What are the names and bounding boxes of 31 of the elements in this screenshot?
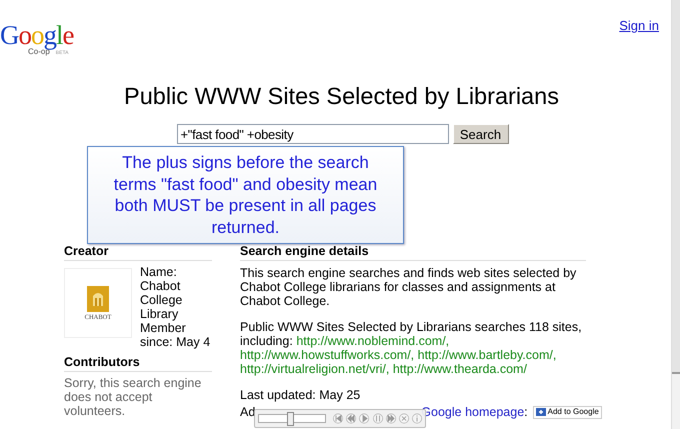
site-link[interactable]: http://www.noblemind.com/, — [296, 334, 450, 348]
creator-info: Name: Chabot College Library Member since: May 4 — [140, 265, 212, 349]
callout-note: The plus signs before the search terms "fast food" and obesity mean both MUST be present in all pages returned. — [87, 146, 404, 244]
plus-icon — [536, 408, 546, 416]
homepage-link[interactable]: Google homepage — [421, 405, 524, 419]
site-link[interactable]: http://www.thearda.com/ — [392, 362, 527, 376]
sites-paragraph: Public WWW Sites Selected by Librarians searches 118 sites, including: http://www.noblemind.com/, http://www.howstuffworks.com/, http://www.bartleby.com/, http://virtualreligion.net/vri/, http://www.thearda.com/ — [240, 320, 583, 376]
contributors-heading: Contributors — [64, 355, 212, 372]
seek-slider[interactable] — [258, 414, 326, 423]
search-button[interactable]: Search — [452, 124, 508, 144]
add-to-google-button[interactable]: Add to Google — [532, 406, 602, 418]
slider-thumb[interactable] — [287, 412, 294, 426]
rewind-icon[interactable] — [346, 413, 356, 424]
building-icon — [87, 286, 109, 312]
description-text: This search engine searches and finds web sites selected by Chabot College librarians for classes and assignments at Chabot College. — [240, 266, 578, 308]
close-icon[interactable] — [398, 413, 409, 424]
page-title: Public WWW Sites Selected by Librarians — [123, 83, 560, 110]
colon-text: : — [524, 405, 528, 419]
play-icon[interactable] — [359, 413, 370, 424]
search-field[interactable]: +"fast food" +obesity — [176, 124, 448, 144]
site-link[interactable]: http://virtualreligion.net/vri/, — [240, 362, 390, 376]
sign-in-link[interactable]: Sign in — [619, 18, 659, 33]
contributors-text: Sorry, this search engine does not accept volunteers. — [64, 376, 202, 418]
info-icon[interactable] — [412, 413, 422, 424]
pause-icon[interactable] — [372, 413, 383, 424]
site-link[interactable]: http://www.howstuffworks.com/, — [240, 348, 414, 362]
google-logo: Google — [0, 22, 74, 48]
site-link[interactable]: http://www.bartleby.com/, — [418, 348, 556, 362]
fast-forward-icon[interactable] — [386, 413, 396, 424]
skip-back-icon[interactable] — [333, 413, 344, 424]
updated-text: Last updated: May 25 — [240, 388, 362, 402]
